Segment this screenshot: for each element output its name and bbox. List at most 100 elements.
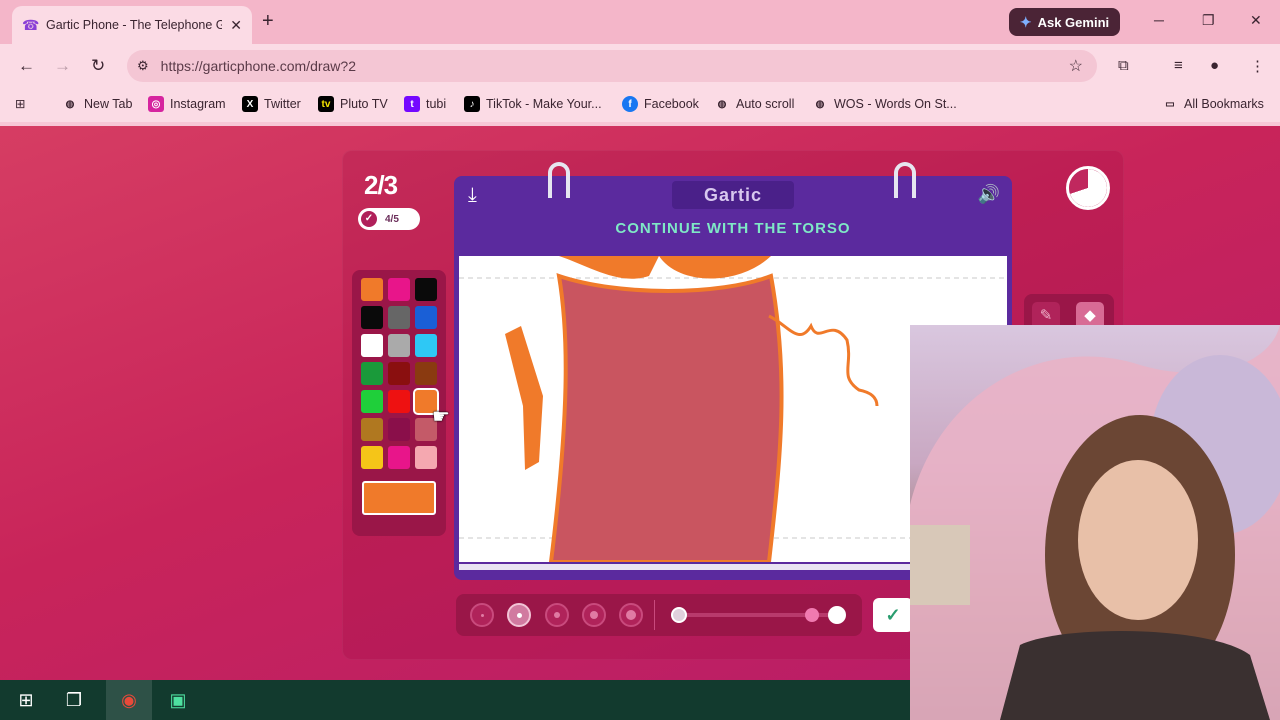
browser-toolbar: ← → ↻ ⚙ https://garticphone.com/draw?2 ☆… — [0, 44, 1280, 88]
color-swatch[interactable] — [388, 306, 410, 329]
tab-title: Gartic Phone - The Telephone G — [46, 18, 223, 32]
opacity-slider-thumb[interactable] — [828, 606, 846, 624]
window-close-icon[interactable]: ✕ — [1250, 12, 1262, 29]
bookmark-star-icon[interactable]: ☆ — [1069, 56, 1083, 76]
brush-size-bar — [456, 594, 862, 636]
timer-pie — [1066, 166, 1110, 210]
current-color-preview — [362, 481, 436, 515]
players-done-count: 4/5 — [385, 213, 399, 225]
brush-size-5[interactable] — [619, 603, 643, 627]
address-bar[interactable]: ⚙ https://garticphone.com/draw?2 ☆ — [127, 50, 1097, 82]
facebook-icon: f — [622, 96, 638, 112]
color-swatch[interactable] — [415, 278, 437, 301]
app-taskbar-icon[interactable]: ▣ — [166, 688, 190, 712]
color-swatch[interactable] — [388, 446, 410, 469]
all-bookmarks[interactable]: ▭ All Bookmarks — [1162, 96, 1264, 112]
drawn-shoulder-right — [659, 256, 771, 279]
bookmark-instagram[interactable]: ◎ Instagram — [148, 96, 226, 112]
restore-icon[interactable]: ❐ — [1202, 12, 1215, 29]
reload-icon[interactable]: ↻ — [91, 56, 105, 76]
browser-tab-strip: ☎ Gartic Phone - The Telephone G ✕ + ✦ A… — [0, 0, 1280, 44]
bookmark-facebook[interactable]: f Facebook — [622, 96, 699, 112]
brush-size-4[interactable] — [582, 603, 606, 627]
color-swatch[interactable] — [361, 334, 383, 357]
drawn-torso — [548, 273, 784, 562]
tiktok-icon: ♪ — [464, 96, 480, 112]
color-swatch[interactable] — [388, 362, 410, 385]
bookmark-wos[interactable]: ◍ WOS - Words On St... — [812, 96, 957, 112]
drawn-shoulder-left — [559, 256, 659, 279]
globe-icon: ◍ — [65, 98, 75, 110]
pluto-icon: tv — [318, 96, 334, 112]
drawing-prompt: CONTINUE WITH THE TORSO — [615, 220, 851, 237]
bookmark-label: WOS - Words On St... — [834, 97, 957, 111]
folder-icon: ▭ — [1165, 98, 1175, 110]
color-swatch[interactable] — [361, 390, 383, 413]
players-done-badge: ✓ 4/5 — [358, 208, 420, 230]
browser-tab[interactable]: ☎ Gartic Phone - The Telephone G ✕ — [12, 6, 252, 44]
download-icon[interactable]: ⤓ — [468, 184, 477, 207]
volume-icon[interactable]: 🔊 — [978, 184, 1000, 205]
bookmarks-bar: ⊞ ◍ New Tab ◎ Instagram X Twitter tv Pluto T… — [0, 88, 1280, 122]
ask-gemini-button[interactable]: ✦ Ask Gemini — [1009, 8, 1120, 36]
binder-ring — [548, 162, 570, 198]
brush-size-2[interactable] — [507, 603, 531, 627]
chrome-taskbar-icon[interactable]: ◉ — [117, 688, 141, 712]
back-icon[interactable]: ← — [18, 56, 35, 76]
apps-grid-icon[interactable]: ⊞ — [15, 96, 25, 111]
tubi-icon: t — [404, 96, 420, 112]
color-swatch[interactable] — [415, 362, 437, 385]
mouse-pointer-icon: ☛ — [432, 406, 450, 428]
bookmark-tiktok[interactable]: ♪ TikTok - Make Your... — [464, 96, 602, 112]
color-swatch[interactable] — [388, 334, 410, 357]
color-swatch[interactable] — [388, 278, 410, 301]
bookmark-pluto-tv[interactable]: tv Pluto TV — [318, 96, 388, 112]
url-text[interactable]: https://garticphone.com/draw?2 — [161, 58, 356, 74]
bookmark-tubi[interactable]: t tubi — [404, 96, 446, 112]
gartic-logo: Gartic — [672, 181, 794, 209]
minimize-icon[interactable]: ─ — [1154, 12, 1164, 28]
color-swatch[interactable] — [388, 390, 410, 413]
done-check-icon: ✓ — [885, 604, 901, 625]
bookmark-label: Twitter — [264, 97, 301, 111]
color-swatch[interactable] — [361, 446, 383, 469]
media-control-icon[interactable]: ≡ — [1174, 57, 1183, 74]
bookmark-label: Auto scroll — [736, 97, 795, 111]
size-bar-divider — [654, 600, 655, 630]
tab-close-icon[interactable]: ✕ — [230, 17, 242, 34]
color-swatch[interactable] — [361, 278, 383, 301]
color-swatch[interactable] — [361, 306, 383, 329]
bookmark-twitter[interactable]: X Twitter — [242, 96, 301, 112]
bookmark-label: Facebook — [644, 97, 699, 111]
all-bookmarks-label: All Bookmarks — [1184, 97, 1264, 111]
bookmark-new-tab[interactable]: ◍ New Tab — [62, 96, 133, 112]
forward-icon[interactable]: → — [54, 56, 71, 76]
task-view-icon[interactable]: ❐ — [62, 688, 86, 712]
instagram-icon: ◎ — [148, 96, 164, 112]
color-swatch[interactable] — [361, 362, 383, 385]
bookmark-label: Pluto TV — [340, 97, 388, 111]
face — [1078, 460, 1198, 620]
color-swatch[interactable] — [415, 334, 437, 357]
done-button[interactable]: ✓ — [873, 598, 913, 632]
color-swatch[interactable] — [361, 418, 383, 441]
os-taskbar: ⊞ ❐ ◉ ▣ — [0, 680, 910, 720]
color-swatch[interactable] — [415, 306, 437, 329]
brush-size-3[interactable] — [545, 603, 569, 627]
menu-kebab-icon[interactable]: ⋮ — [1250, 57, 1265, 75]
windows-start-icon[interactable]: ⊞ — [14, 688, 38, 712]
site-info-icon[interactable]: ⚙ — [137, 58, 149, 74]
color-swatch[interactable] — [415, 446, 437, 469]
cat-plush — [910, 525, 970, 605]
bookmark-label: Instagram — [170, 97, 226, 111]
color-swatch[interactable] — [388, 418, 410, 441]
profile-avatar-icon[interactable]: ● — [1210, 57, 1219, 74]
swatch-grid — [358, 278, 440, 469]
brush-size-1[interactable] — [470, 603, 494, 627]
new-tab-button[interactable]: + — [262, 10, 274, 33]
bookmark-auto-scroll[interactable]: ◍ Auto scroll — [714, 96, 795, 112]
extensions-icon[interactable]: ⧉ — [1118, 57, 1129, 74]
bookmark-label: tubi — [426, 97, 447, 111]
bookmark-label: TikTok - Make Your... — [486, 97, 602, 111]
bookmark-label: New Tab — [84, 97, 133, 111]
